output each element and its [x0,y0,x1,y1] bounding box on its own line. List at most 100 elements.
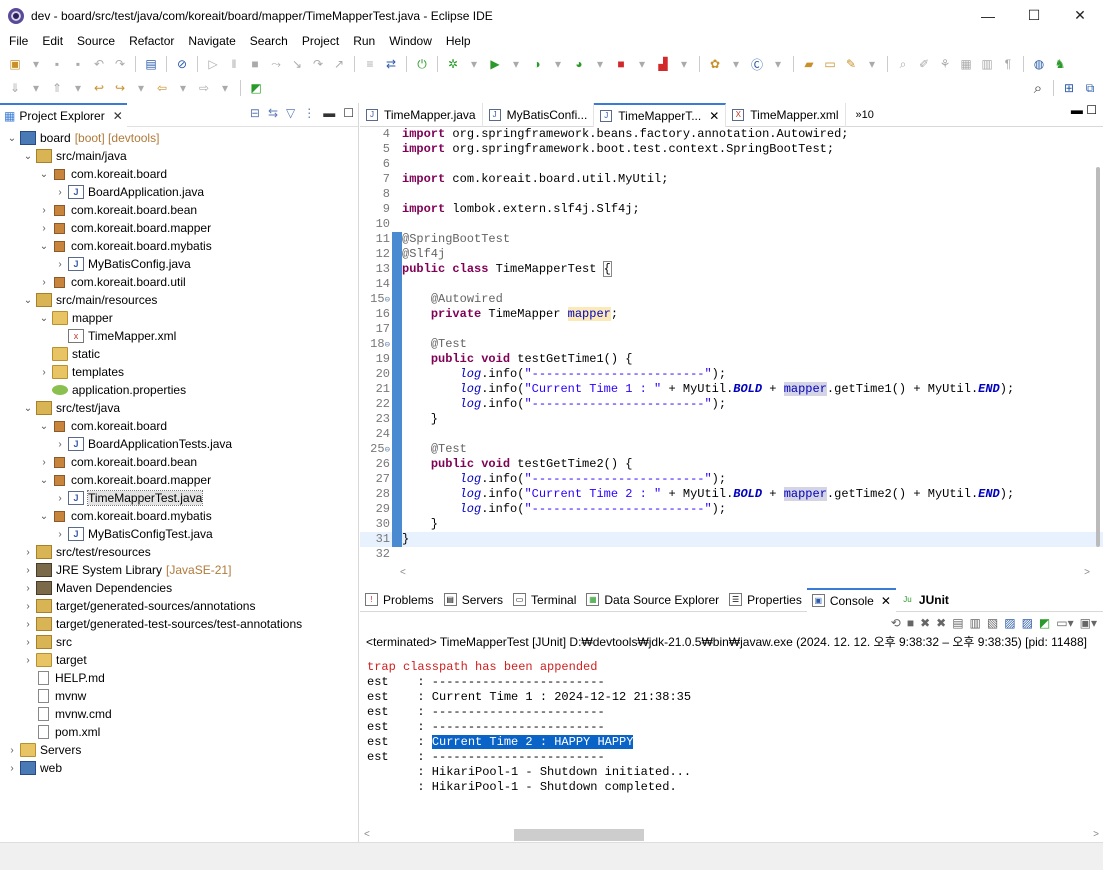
chevron-right-icon[interactable]: › [38,367,50,378]
tree-item[interactable]: HELP.md [0,669,358,687]
pilcrow-icon[interactable]: ¶ [999,55,1017,73]
redo-icon[interactable]: ↷ [111,55,129,73]
tree-item[interactable]: › Servers [0,741,358,759]
console-output[interactable]: trap classpath has been appended est : -… [360,660,1103,795]
scroll-lock-icon[interactable]: ▥ [970,616,981,630]
tree-item[interactable]: › Maven Dependencies [0,579,358,597]
chevron-right-icon[interactable]: › [6,745,18,756]
tree-item[interactable]: › com.koreait.board.mapper [0,219,358,237]
editor-minmax[interactable]: ▬ ☐ [1071,103,1097,117]
stop-icon[interactable]: ■ [612,55,630,73]
menu-window[interactable]: Window [382,34,439,48]
save-icon[interactable]: ▪ [48,55,66,73]
tree-item[interactable]: application.properties [0,381,358,399]
step-into-icon[interactable]: ↘ [288,55,306,73]
chevron-right-icon[interactable]: › [54,493,66,504]
chevron-right-icon[interactable]: › [54,439,66,450]
editor-vertical-scrollbar[interactable] [1093,127,1103,567]
undo-icon[interactable]: ↶ [90,55,108,73]
tab-console[interactable]: ▣ Console ✕ [806,587,896,612]
show-on-error-icon[interactable]: ▨ [1022,616,1033,630]
tree-item[interactable]: ⌄ com.koreait.board [0,417,358,435]
tree-item[interactable]: › JRE System Library [JavaSE-21] [0,561,358,579]
use-step-filters-icon[interactable]: ⇄ [382,55,400,73]
tree-item[interactable]: › J BoardApplication.java [0,183,358,201]
tree-item[interactable]: mvnw.cmd [0,705,358,723]
tree-item[interactable]: › web [0,759,358,777]
chevron-down-icon[interactable]: ⌄ [38,421,50,432]
tab-junit[interactable]: Ju JUnit [896,588,954,612]
maximize-icon[interactable]: ☐ [1011,0,1057,31]
relaunch-icon[interactable]: ▟ [654,55,672,73]
chevron-down-icon[interactable]: ⌄ [22,295,34,306]
chevron-right-icon[interactable]: › [22,637,34,648]
editor-tab-active[interactable]: J TimeMapperT... ✕ [594,102,727,127]
suspend-icon[interactable]: ‖ [225,55,243,73]
close-icon[interactable]: ✕ [1057,0,1103,31]
tree-item[interactable]: ⌄ src/main/java [0,147,358,165]
tree-item[interactable]: › src/test/resources [0,543,358,561]
tree-item[interactable]: ⌄ com.koreait.board.mapper [0,471,358,489]
menu-help[interactable]: Help [439,34,478,48]
tab-project-explorer[interactable]: ▦ Project Explorer ✕ [0,102,127,127]
filter-icon[interactable]: ▽ [286,106,295,120]
save-all-icon[interactable]: ▪ [69,55,87,73]
block-select-icon[interactable]: ▦ [957,55,975,73]
chevron-right-icon[interactable]: › [6,763,18,774]
tree-item[interactable]: ⌄ board [boot] [devtools] [0,129,358,147]
editor-tab[interactable]: J TimeMapper.java [360,102,483,127]
open-type-icon[interactable]: ▰ [800,55,818,73]
open-task-icon[interactable]: ▭ [821,55,839,73]
coverage-icon[interactable]: ◑ [528,55,546,73]
tree-item[interactable]: › target [0,651,358,669]
tree-item[interactable]: ⌄ com.koreait.board.mybatis [0,507,358,525]
resume-icon[interactable]: ▷ [204,55,222,73]
search-icon[interactable]: ⌕ [1029,79,1047,97]
close-icon[interactable]: ✕ [881,594,891,608]
chevron-down-icon[interactable]: ⌄ [22,403,34,414]
tree-item[interactable]: ⌄ mapper [0,309,358,327]
chevron-down-icon[interactable]: ⌄ [22,151,34,162]
chevron-right-icon[interactable]: › [38,223,50,234]
run-task-icon[interactable]: ♞ [1051,55,1069,73]
java-perspective-icon[interactable]: ⧉ [1081,79,1099,97]
tree-item[interactable]: ⌄ src/test/java [0,399,358,417]
forward-icon[interactable]: ⇨ [195,79,213,97]
back-edit-icon[interactable]: ↪ [111,79,129,97]
step-return-icon[interactable]: ↗ [330,55,348,73]
tree-item[interactable]: › J MyBatisConfigTest.java [0,525,358,543]
view-menu-icon[interactable]: ⋮ [303,106,315,120]
chevron-right-icon[interactable]: › [22,583,34,594]
step-over-icon[interactable]: ↷ [309,55,327,73]
word-wrap-icon[interactable]: ▧ [987,616,998,630]
tree-item[interactable]: pom.xml [0,723,358,741]
show-on-output-icon[interactable]: ▨ [1004,616,1015,630]
open-perspective-icon[interactable]: ⊞ [1060,79,1078,97]
tab-servers[interactable]: ▤ Servers [439,588,508,612]
chevron-right-icon[interactable]: › [22,565,34,576]
chevron-down-icon[interactable]: ⌄ [38,475,50,486]
chevron-right-icon[interactable]: › [54,187,66,198]
console-horizontal-scrollbar[interactable]: < > [364,826,1101,842]
pin-editor-icon[interactable]: ◩ [247,79,265,97]
tree-item[interactable]: › target/generated-sources/annotations [0,597,358,615]
run-icon[interactable]: ▶ [486,55,504,73]
tab-properties[interactable]: ☰ Properties [724,588,807,612]
chevron-right-icon[interactable]: › [54,259,66,270]
chevron-right-icon[interactable]: › [38,457,50,468]
link-with-editor-icon[interactable]: ⇆ [268,106,278,120]
close-icon[interactable]: ✕ [113,109,123,123]
close-icon[interactable]: ✕ [709,109,719,123]
tree-item[interactable]: › J BoardApplicationTests.java [0,435,358,453]
editor-tab[interactable]: J MyBatisConfi... [483,102,595,127]
skip-breakpoints-icon[interactable]: ⊘ [173,55,191,73]
minimize-icon[interactable]: — [965,0,1011,31]
maximize-view-icon[interactable]: ☐ [343,106,354,120]
chevron-down-icon[interactable]: ⌄ [38,241,50,252]
new-icon[interactable]: ▣ [6,55,24,73]
editor-horizontal-scrollbar[interactable]: < > [400,567,1090,581]
terminate-icon[interactable]: ■ [907,616,914,630]
relaunch-icon[interactable]: ⟲ [891,616,901,630]
toggle-mark-icon[interactable]: ✐ [915,55,933,73]
tree-item[interactable]: › J TimeMapperTest.java [0,489,358,507]
